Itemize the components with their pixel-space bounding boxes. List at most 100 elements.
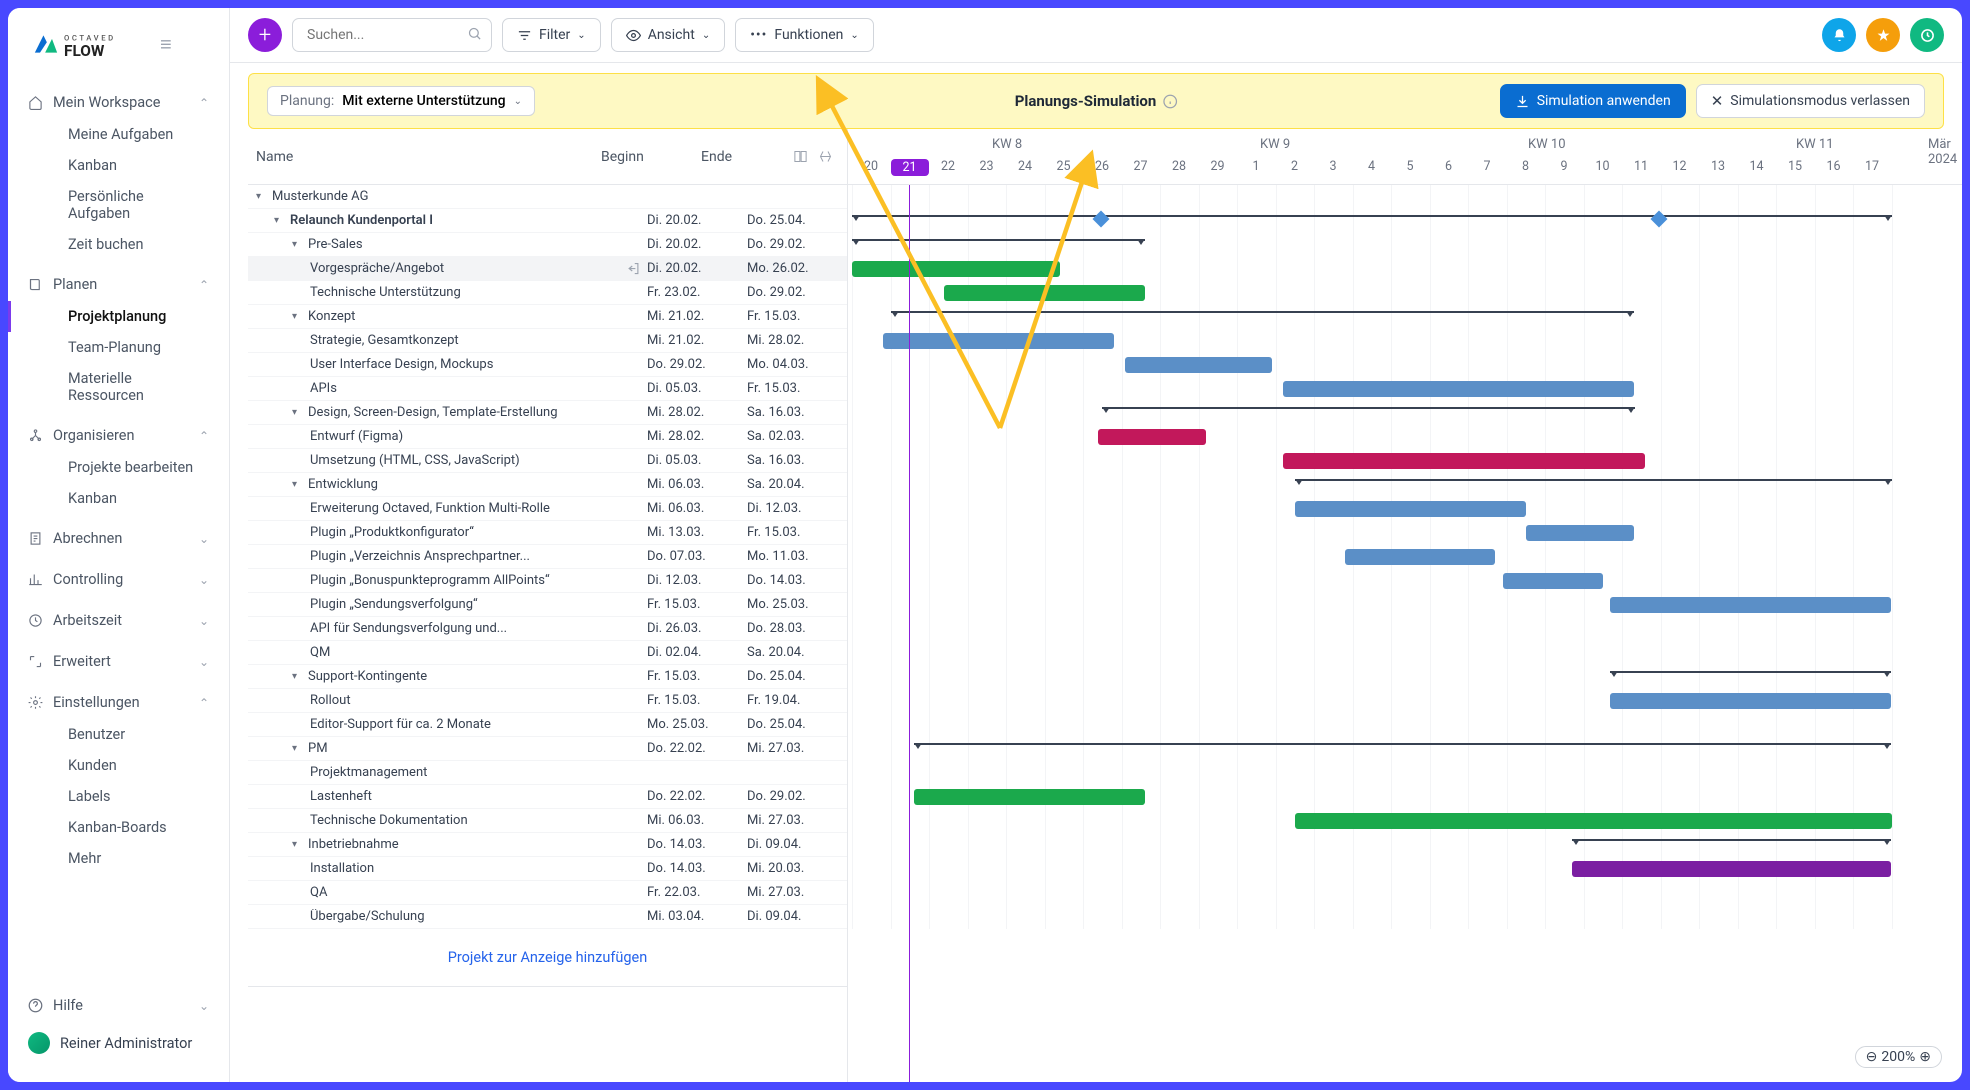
summary-bar[interactable] <box>914 743 1892 745</box>
nav-section-abrechnen[interactable]: Abrechnen⌄ <box>8 522 229 555</box>
nav-section-einstellungen[interactable]: Einstellungen⌃ <box>8 686 229 719</box>
expand-icon[interactable]: ▾ <box>292 743 302 754</box>
nav-item-kunden[interactable]: Kunden <box>8 750 229 781</box>
star-button[interactable] <box>1866 18 1900 52</box>
nav-item-kanban[interactable]: Kanban <box>8 150 229 181</box>
day-label[interactable]: 2 <box>1276 159 1314 174</box>
nav-section-mein-workspace[interactable]: Mein Workspace⌃ <box>8 86 229 119</box>
table-row[interactable]: Plugin „Sendungsverfolgung“Fr. 15.03.Mo.… <box>248 593 847 617</box>
gantt-chart[interactable]: KW 8KW 9KW 10KW 11Mär 202420212223242526… <box>848 129 1962 1082</box>
table-row[interactable]: Projektmanagement <box>248 761 847 785</box>
table-row[interactable]: Entwurf (Figma)Mi. 28.02.Sa. 02.03. <box>248 425 847 449</box>
nav-item-materielle-ressourcen[interactable]: Materielle Ressourcen <box>8 363 229 411</box>
apply-simulation-button[interactable]: Simulation anwenden <box>1500 84 1686 118</box>
table-row[interactable]: Editor-Support für ca. 2 MonateMo. 25.03… <box>248 713 847 737</box>
table-row[interactable]: ▾PMDo. 22.02.Mi. 27.03. <box>248 737 847 761</box>
table-row[interactable]: Technische UnterstützungFr. 23.02.Do. 29… <box>248 281 847 305</box>
table-row[interactable]: InstallationDo. 14.03.Mi. 20.03. <box>248 857 847 881</box>
timer-button[interactable] <box>1910 18 1944 52</box>
gantt-bar[interactable] <box>883 333 1114 349</box>
gantt-bar[interactable] <box>1345 549 1495 565</box>
nav-section-arbeitszeit[interactable]: Arbeitszeit⌄ <box>8 604 229 637</box>
nav-item-kanban[interactable]: Kanban <box>8 483 229 514</box>
table-row[interactable]: RolloutFr. 15.03.Fr. 19.04. <box>248 689 847 713</box>
search-input[interactable] <box>292 18 492 52</box>
expand-icon[interactable]: ▾ <box>292 479 302 490</box>
nav-item-persönliche-aufgaben[interactable]: Persönliche Aufgaben <box>8 181 229 229</box>
gantt-bar[interactable] <box>944 285 1144 301</box>
table-row[interactable]: Plugin „Verzeichnis Ansprechpartner...Do… <box>248 545 847 569</box>
nav-item-projekte-bearbeiten[interactable]: Projekte bearbeiten <box>8 452 229 483</box>
summary-bar[interactable] <box>1295 479 1892 481</box>
expand-icon[interactable]: ▾ <box>274 215 284 226</box>
table-row[interactable]: ▾KonzeptMi. 21.02.Fr. 15.03. <box>248 305 847 329</box>
nav-item-mehr[interactable]: Mehr <box>8 843 229 874</box>
day-label[interactable]: 16 <box>1815 159 1853 174</box>
table-row[interactable]: LastenheftDo. 22.02.Do. 29.02. <box>248 785 847 809</box>
functions-button[interactable]: ••• Funktionen ⌄ <box>735 18 874 52</box>
day-label[interactable]: 20 <box>852 159 890 174</box>
table-row[interactable]: Technische DokumentationMi. 06.03.Mi. 27… <box>248 809 847 833</box>
collapse-icon[interactable] <box>818 149 833 164</box>
expand-icon[interactable]: ▾ <box>292 239 302 250</box>
add-project-link[interactable]: Projekt zur Anzeige hinzufügen <box>248 929 847 987</box>
table-row[interactable]: ▾Relaunch Kundenportal IDi. 20.02.Do. 25… <box>248 209 847 233</box>
menu-toggle-icon[interactable]: ≡ <box>160 32 172 57</box>
gantt-bar[interactable] <box>1295 813 1892 829</box>
day-label[interactable]: 22 <box>929 159 967 174</box>
day-label[interactable]: 27 <box>1122 159 1160 174</box>
import-icon[interactable] <box>626 261 641 276</box>
milestone-diamond[interactable] <box>1092 211 1109 228</box>
day-label[interactable]: 5 <box>1391 159 1429 174</box>
gantt-bar[interactable] <box>1295 501 1526 517</box>
table-row[interactable]: QMDi. 02.04.Sa. 20.04. <box>248 641 847 665</box>
gantt-bar[interactable] <box>1503 573 1603 589</box>
column-end[interactable]: Ende <box>693 149 793 165</box>
day-label[interactable]: 29 <box>1199 159 1237 174</box>
table-row[interactable]: Vorgespräche/AngebotDi. 20.02.Mo. 26.02. <box>248 257 847 281</box>
table-row[interactable]: Erweiterung Octaved, Funktion Multi-Roll… <box>248 497 847 521</box>
summary-bar[interactable] <box>1572 839 1892 841</box>
nav-item-benutzer[interactable]: Benutzer <box>8 719 229 750</box>
nav-section-controlling[interactable]: Controlling⌄ <box>8 563 229 596</box>
summary-bar[interactable] <box>1610 671 1891 673</box>
zoom-control[interactable]: ⊖ 200% ⊕ <box>1855 1046 1942 1068</box>
table-row[interactable]: Umsetzung (HTML, CSS, JavaScript)Di. 05.… <box>248 449 847 473</box>
gantt-bar[interactable] <box>852 261 1060 277</box>
zoom-out-icon[interactable]: ⊖ <box>1866 1049 1878 1065</box>
table-row[interactable]: Übergabe/SchulungMi. 03.04.Di. 09.04. <box>248 905 847 929</box>
day-label[interactable]: 21 <box>891 159 929 176</box>
expand-icon[interactable]: ▾ <box>292 671 302 682</box>
day-label[interactable]: 7 <box>1468 159 1506 174</box>
table-row[interactable]: Strategie, GesamtkonzeptMi. 21.02.Mi. 28… <box>248 329 847 353</box>
day-label[interactable]: 3 <box>1314 159 1352 174</box>
day-label[interactable]: 15 <box>1776 159 1814 174</box>
day-label[interactable]: 12 <box>1661 159 1699 174</box>
columns-icon[interactable] <box>793 149 808 164</box>
gantt-bar[interactable] <box>914 789 1145 805</box>
summary-bar[interactable] <box>891 311 1634 313</box>
table-row[interactable]: ▾Support-KontingenteFr. 15.03.Do. 25.04. <box>248 665 847 689</box>
nav-section-organisieren[interactable]: Organisieren⌃ <box>8 419 229 452</box>
table-row[interactable]: User Interface Design, MockupsDo. 29.02.… <box>248 353 847 377</box>
summary-bar[interactable] <box>1102 407 1635 409</box>
help-link[interactable]: Hilfe ⌄ <box>8 989 229 1022</box>
filter-button[interactable]: Filter ⌄ <box>502 18 601 52</box>
day-label[interactable]: 10 <box>1584 159 1622 174</box>
info-icon[interactable] <box>1162 94 1177 109</box>
planning-selector[interactable]: Planung: Mit externe Unterstützung ⌄ <box>267 86 535 116</box>
gantt-bar[interactable] <box>1125 357 1271 373</box>
view-button[interactable]: Ansicht ⌄ <box>611 18 726 52</box>
day-label[interactable]: 1 <box>1237 159 1275 174</box>
add-button[interactable]: + <box>248 18 282 52</box>
summary-bar[interactable] <box>852 215 1892 217</box>
nav-item-labels[interactable]: Labels <box>8 781 229 812</box>
gantt-bar[interactable] <box>1610 597 1891 613</box>
day-label[interactable]: 24 <box>1006 159 1044 174</box>
expand-icon[interactable]: ▾ <box>292 407 302 418</box>
table-row[interactable]: ▾InbetriebnahmeDo. 14.03.Di. 09.04. <box>248 833 847 857</box>
day-label[interactable]: 8 <box>1507 159 1545 174</box>
nav-item-team-planung[interactable]: Team-Planung <box>8 332 229 363</box>
day-label[interactable]: 26 <box>1083 159 1121 174</box>
day-label[interactable]: 25 <box>1045 159 1083 174</box>
